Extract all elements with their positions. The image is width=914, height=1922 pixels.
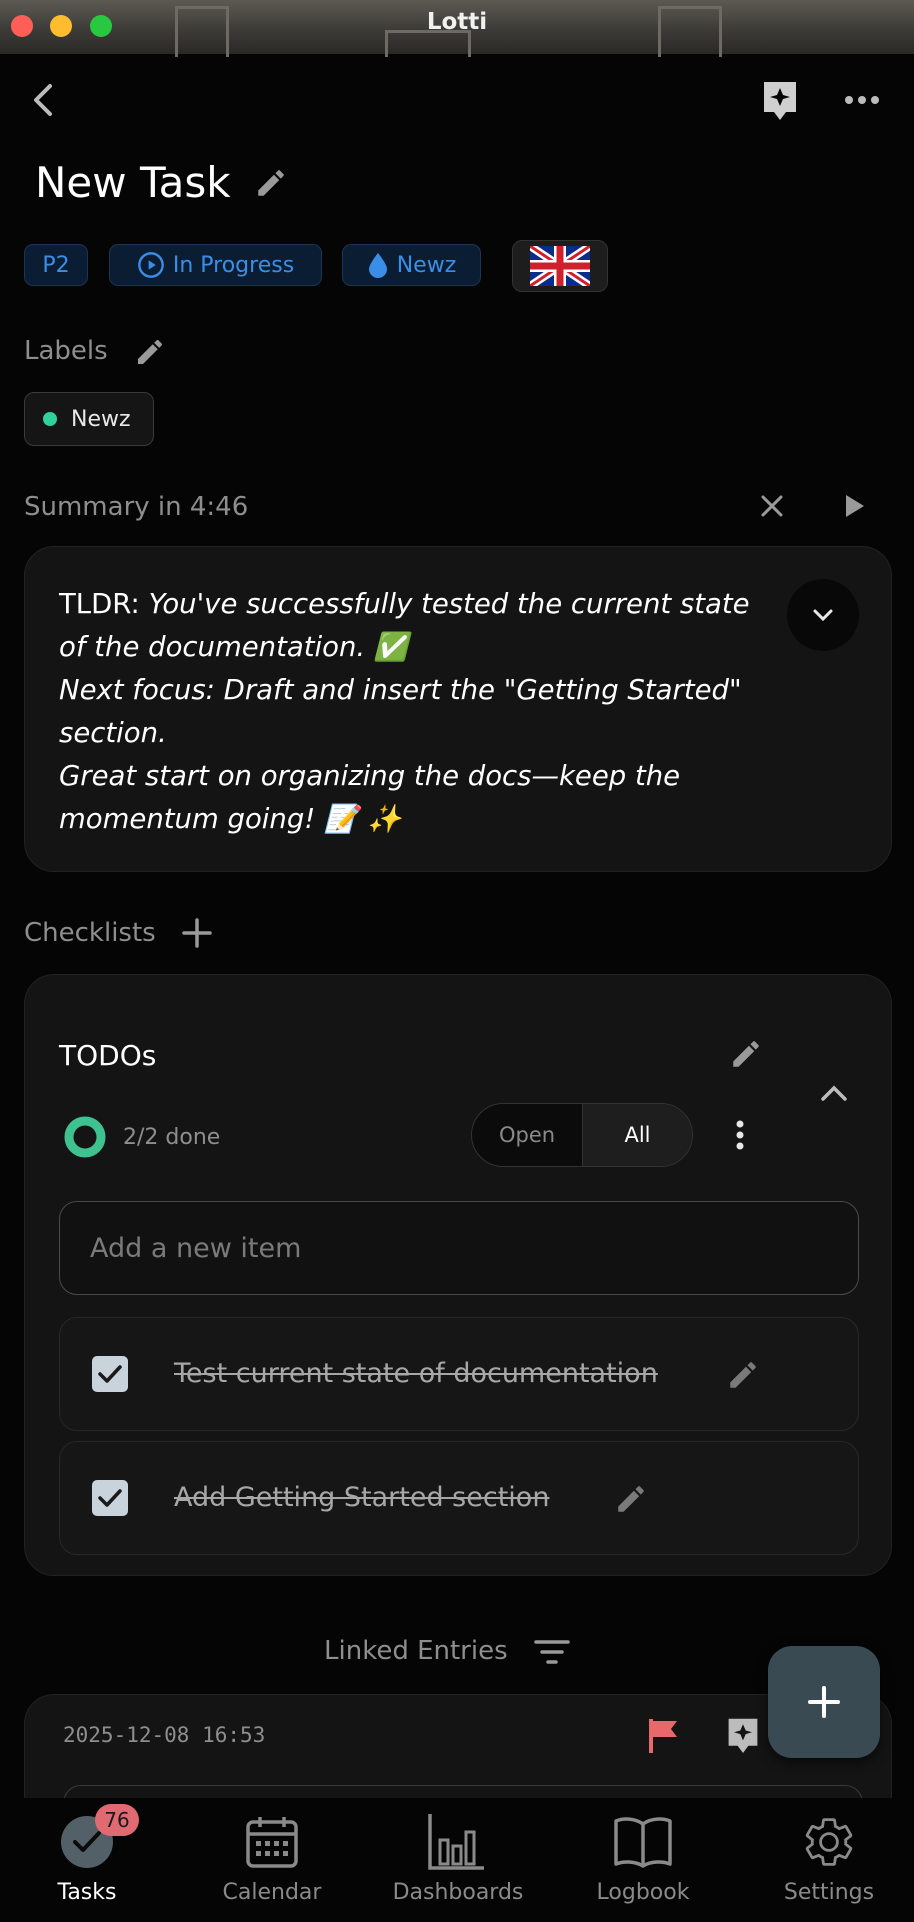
pencil-icon: [730, 1362, 756, 1388]
label-color-dot: [43, 412, 57, 426]
label-chip[interactable]: Newz: [24, 392, 154, 446]
edit-item-button[interactable]: [726, 1358, 760, 1392]
more-horizontal-icon: [845, 96, 879, 104]
nav-logbook[interactable]: Logbook: [563, 1798, 723, 1922]
checklist-card: TODOs 2/2 done Open All Add a new item T…: [24, 974, 892, 1576]
bottom-navigation: 76 Tasks Calendar Dashboards Logbook Set…: [0, 1798, 914, 1922]
window-titlebar: Lotti: [0, 0, 914, 57]
chevron-left-icon: [34, 84, 52, 116]
check-circle-icon: [73, 1831, 101, 1852]
uk-flag-icon: [530, 246, 590, 286]
nav-settings[interactable]: Settings: [749, 1798, 909, 1922]
labels-heading: Labels: [24, 336, 108, 366]
filter-all-option[interactable]: All: [583, 1104, 692, 1166]
collapse-summary-button[interactable]: [787, 579, 859, 651]
edit-labels-button[interactable]: [134, 336, 166, 368]
category-chip[interactable]: Newz: [342, 244, 481, 286]
nav-logbook-label: Logbook: [596, 1880, 690, 1905]
filter-icon: [534, 1640, 570, 1664]
summary-heading: Summary in 4:46: [24, 492, 249, 522]
label-chip-text: Newz: [71, 406, 131, 432]
window-title: Lotti: [426, 9, 488, 35]
encouragement-text: Great start on organizing the docs—keep …: [59, 760, 681, 835]
nav-settings-label: Settings: [783, 1880, 875, 1905]
cancel-summary-button[interactable]: [758, 492, 786, 520]
filter-toggle: Open All: [471, 1103, 693, 1167]
checkmark-icon: [98, 1489, 122, 1507]
nav-calendar-label: Calendar: [222, 1880, 322, 1905]
sparkle-icon: [764, 82, 796, 120]
item-label: Test current state of documentation: [174, 1358, 658, 1389]
nav-calendar[interactable]: Calendar: [192, 1798, 352, 1922]
category-label: Newz: [396, 252, 457, 278]
tasks-badge: 76: [95, 1804, 139, 1836]
progress-ring: [63, 1115, 107, 1159]
more-options-button[interactable]: [844, 92, 880, 108]
checklist-progress-text: 2/2 done: [123, 1125, 221, 1150]
nav-dashboards[interactable]: Dashboards: [378, 1798, 538, 1922]
progress-ring-icon: [64, 1116, 106, 1158]
add-item-placeholder: Add a new item: [90, 1232, 302, 1264]
entry-ai-button[interactable]: [725, 1715, 761, 1755]
play-icon: [846, 495, 864, 517]
plus-icon: [808, 1686, 840, 1718]
chevron-up-icon: [821, 1085, 847, 1101]
edit-checklist-button[interactable]: [729, 1037, 763, 1071]
checklist-item[interactable]: Add Getting Started section: [59, 1441, 859, 1555]
back-button[interactable]: [28, 82, 60, 118]
pencil-icon: [733, 1041, 759, 1067]
tldr-prefix: TLDR:: [59, 588, 140, 620]
add-item-input[interactable]: Add a new item: [59, 1201, 859, 1295]
item-checkbox[interactable]: [92, 1480, 128, 1516]
checklist-item[interactable]: Test current state of documentation: [59, 1317, 859, 1431]
plus-icon: [182, 918, 212, 948]
status-chip[interactable]: In Progress: [109, 244, 322, 286]
pencil-icon: [618, 1486, 644, 1512]
play-circle-icon: [138, 252, 164, 278]
gear-icon: [805, 1818, 853, 1866]
collapse-checklist-button[interactable]: [819, 1083, 849, 1103]
bar-chart-icon: [428, 1814, 484, 1870]
edit-title-button[interactable]: [254, 166, 288, 200]
water-drop-icon: [368, 253, 387, 278]
run-summary-button[interactable]: [842, 492, 868, 520]
checklist-title[interactable]: TODOs: [59, 1039, 156, 1072]
pencil-icon: [138, 339, 163, 364]
priority-label: P2: [42, 252, 70, 278]
linked-entries-heading: Linked Entries: [324, 1636, 508, 1666]
checklist-options-button[interactable]: [735, 1119, 745, 1151]
checkmark-icon: [98, 1365, 122, 1383]
item-checkbox[interactable]: [92, 1356, 128, 1392]
edit-item-button[interactable]: [614, 1482, 648, 1516]
summary-card: TLDR: You've successfully tested the cur…: [24, 546, 892, 872]
chevron-down-icon: [813, 609, 833, 622]
entry-timestamp: 2025-12-08 16:53: [63, 1723, 266, 1747]
language-chip[interactable]: [512, 240, 608, 292]
add-entry-fab[interactable]: [768, 1646, 880, 1758]
close-icon: [761, 495, 783, 517]
filter-linked-entries-button[interactable]: [534, 1638, 570, 1666]
summary-text: TLDR: You've successfully tested the cur…: [59, 583, 779, 841]
calendar-icon: [246, 1817, 298, 1868]
nav-tasks[interactable]: 76 Tasks: [7, 1798, 167, 1922]
checklists-heading: Checklists: [24, 918, 156, 948]
tldr-text: You've successfully tested the current s…: [59, 588, 750, 663]
nav-tasks-label: Tasks: [57, 1880, 117, 1905]
status-label: In Progress: [172, 252, 295, 278]
entry-flag-button[interactable]: [647, 1717, 681, 1755]
book-icon: [614, 1817, 672, 1868]
priority-chip[interactable]: P2: [24, 244, 88, 286]
item-label: Add Getting Started section: [174, 1482, 550, 1513]
sparkle-icon: [728, 1718, 758, 1753]
next-focus-text: Next focus: Draft and insert the "Gettin…: [59, 674, 742, 749]
add-checklist-button[interactable]: [182, 918, 212, 948]
nav-dashboards-label: Dashboards: [392, 1880, 524, 1905]
task-title[interactable]: New Task: [35, 158, 231, 207]
filter-open-option[interactable]: Open: [472, 1104, 583, 1166]
more-vertical-icon: [736, 1120, 744, 1150]
ai-assistant-button[interactable]: [760, 78, 800, 122]
pencil-icon: [258, 170, 284, 196]
flag-icon: [649, 1719, 677, 1753]
